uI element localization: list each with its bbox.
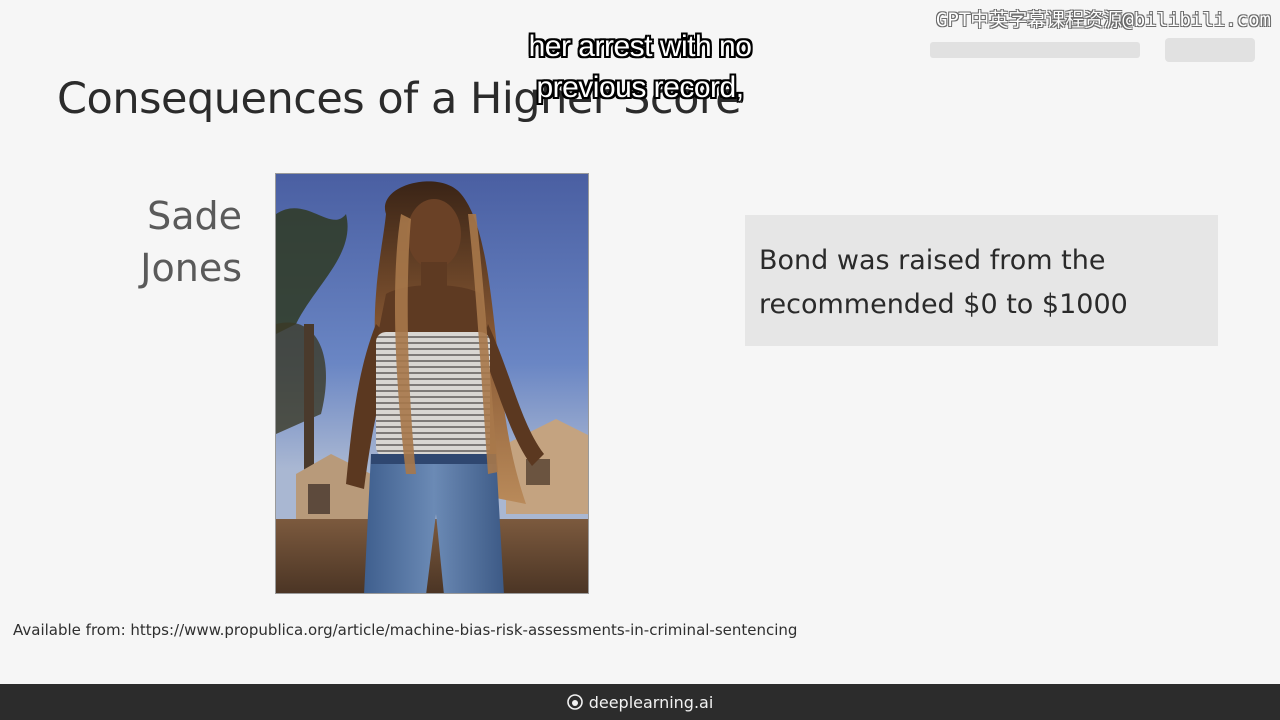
bilibili-watermark: GPT中英字幕课程资源@bilibili.com bbox=[935, 9, 1271, 31]
person-name-last: Jones bbox=[140, 246, 242, 290]
footer-brand-text: deeplearning.ai bbox=[588, 692, 714, 712]
footer-bar: deeplearning.ai bbox=[0, 684, 1280, 720]
callout-line-1: Bond was raised from the bbox=[759, 245, 1106, 276]
person-name: Sade Jones bbox=[140, 190, 242, 294]
subtitle-line-1: her arrest with no bbox=[528, 30, 752, 63]
video-subtitle: her arrest with no previous record, bbox=[440, 26, 840, 108]
callout-line-2: recommended $0 to $1000 bbox=[759, 289, 1128, 320]
slide: Consequences of a Higher Score Sade Jone… bbox=[0, 0, 1280, 684]
source-citation: Available from: https://www.propublica.o… bbox=[13, 621, 798, 639]
bond-callout: Bond was raised from the recommended $0 … bbox=[745, 215, 1218, 346]
person-photo-image bbox=[276, 174, 588, 593]
faded-watermark-logo bbox=[930, 38, 1255, 62]
deeplearning-logo-icon bbox=[566, 694, 583, 710]
person-photo bbox=[275, 173, 589, 594]
footer-brand: deeplearning.ai bbox=[566, 692, 714, 712]
subtitle-line-2: previous record, bbox=[536, 71, 744, 104]
person-name-first: Sade bbox=[147, 194, 242, 238]
